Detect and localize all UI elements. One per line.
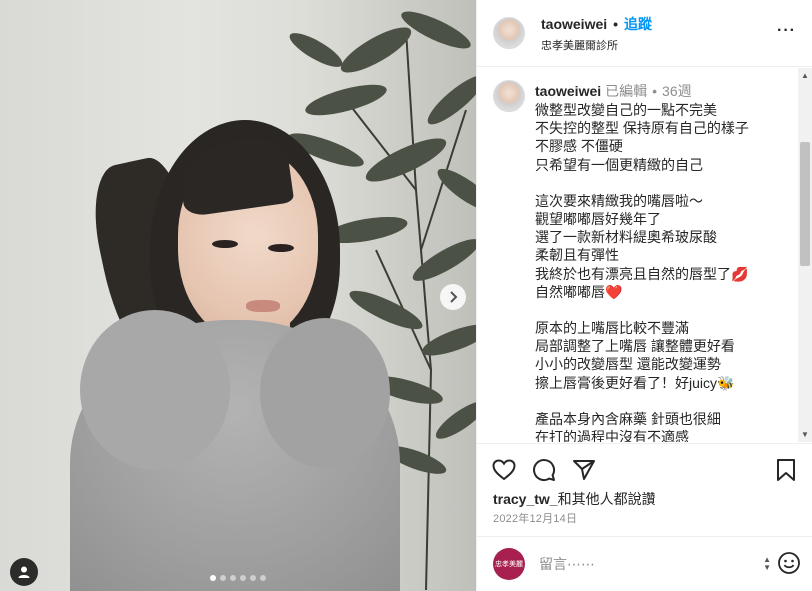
- carousel-dot: [240, 575, 246, 581]
- caption-line: 只希望有一個更精緻的自己: [535, 156, 703, 173]
- carousel-dot: [230, 575, 236, 581]
- caption-line: 選了一款新材料緹奧希玻尿酸: [535, 229, 717, 246]
- scrollbar-thumb[interactable]: [800, 142, 810, 266]
- caption-line: 原本的上嘴唇比較不豐滿: [535, 320, 689, 337]
- separator: •: [613, 15, 619, 32]
- carousel-dot: [220, 575, 226, 581]
- right-eye: [268, 244, 294, 252]
- comment-bar: 忠孝美麗 留言⋯⋯ ▲ ▼: [477, 536, 812, 591]
- caption-line: 我終於也有漂亮且自然的唇型了💋: [535, 265, 749, 282]
- carousel-dot: [250, 575, 256, 581]
- caption-scroll-area[interactable]: taoweiwei 已編輯 • 36週 微整型改變自己的一點不完美不失控的整型 …: [477, 68, 812, 442]
- heart-icon: [492, 458, 516, 480]
- send-icon: [573, 459, 595, 480]
- carousel-dot: [210, 575, 216, 581]
- separator: •: [652, 83, 658, 99]
- caption-line: 觀望嘟嘟唇好幾年了: [535, 211, 661, 228]
- location-link[interactable]: 忠孝美麗爾診所: [541, 37, 652, 53]
- follow-button[interactable]: 追蹤: [624, 14, 652, 34]
- comment-button[interactable]: [531, 457, 557, 483]
- smile-icon: [778, 551, 800, 574]
- comment-input[interactable]: 留言⋯⋯: [539, 554, 763, 574]
- author-username[interactable]: taoweiwei: [541, 16, 607, 32]
- caption-username[interactable]: taoweiwei: [535, 83, 601, 99]
- caption-line: 小小的改變唇型 還能改變運勢: [535, 356, 721, 373]
- action-bar: [477, 443, 812, 495]
- share-button[interactable]: [571, 457, 597, 483]
- caption-line: 柔韌且有彈性: [535, 247, 619, 264]
- save-button[interactable]: [773, 457, 799, 483]
- more-icon: ···: [777, 22, 796, 39]
- hood-right: [260, 318, 390, 468]
- caption-line: 局部調整了上嘴唇 讓整體更好看: [535, 338, 735, 355]
- user-tag-button[interactable]: [10, 558, 38, 586]
- input-stepper[interactable]: ▲ ▼: [763, 556, 771, 572]
- likes-summary[interactable]: tracy_tw_和其他人都說讚: [493, 489, 656, 509]
- carousel-next-button[interactable]: [440, 284, 466, 310]
- user-tag-icon: [18, 566, 30, 578]
- caption-line: 不膠感 不僵硬: [535, 138, 623, 155]
- scroll-up-icon[interactable]: ▲: [801, 71, 809, 80]
- chevron-right-icon: [450, 291, 458, 303]
- post-date: 2022年12月14日: [493, 513, 578, 525]
- scroll-down-icon[interactable]: ▼: [801, 430, 809, 439]
- caption-line: 這次要來精緻我的嘴唇啦～: [535, 192, 703, 209]
- post-time[interactable]: 36週: [662, 81, 692, 101]
- caption-scrollbar[interactable]: ▲ ▼: [798, 68, 812, 442]
- more-options-button[interactable]: ···: [777, 22, 796, 40]
- likes-rest: 和其他人都說讚: [557, 491, 656, 507]
- caption-author-avatar[interactable]: [493, 80, 525, 112]
- comment-icon: [533, 458, 556, 481]
- viewer-avatar-text: 忠孝美麗: [495, 561, 523, 568]
- carousel-dot: [260, 575, 266, 581]
- author-avatar[interactable]: [493, 17, 525, 49]
- post-header: taoweiwei • 追蹤 忠孝美麗爾診所 ···: [477, 0, 812, 67]
- caption-line: 自然嘟嘟唇❤️: [535, 283, 623, 300]
- caption-line: 微整型改變自己的一點不完美: [535, 102, 717, 118]
- edited-label: 已編輯: [605, 83, 648, 99]
- like-button[interactable]: [491, 457, 517, 483]
- hood-left: [80, 310, 230, 470]
- bookmark-icon: [777, 458, 795, 481]
- liker-username[interactable]: tracy_tw_: [493, 491, 558, 507]
- caption-text: 微整型改變自己的一點不完美不失控的整型 保持原有自己的樣子 不膠感 不僵硬 只希望有…: [535, 101, 749, 442]
- caption-line: 擦上唇膏後更好看了！好juicy🐝: [535, 374, 735, 391]
- viewer-avatar[interactable]: 忠孝美麗: [493, 548, 525, 580]
- post-photo[interactable]: [0, 0, 476, 591]
- lips: [246, 300, 280, 312]
- left-eye: [212, 240, 238, 248]
- caption-line: 不失控的整型 保持原有自己的樣子: [535, 120, 749, 137]
- carousel-indicator: [210, 575, 266, 581]
- post-sidebar: taoweiwei • 追蹤 忠孝美麗爾診所 ··· taoweiwei 已編輯…: [476, 0, 812, 591]
- caption-line: 產品本身內含麻藥 針頭也很細: [535, 410, 721, 427]
- emoji-button[interactable]: [777, 551, 801, 578]
- caption-line: 在打的過程中沒有不適感: [535, 429, 689, 442]
